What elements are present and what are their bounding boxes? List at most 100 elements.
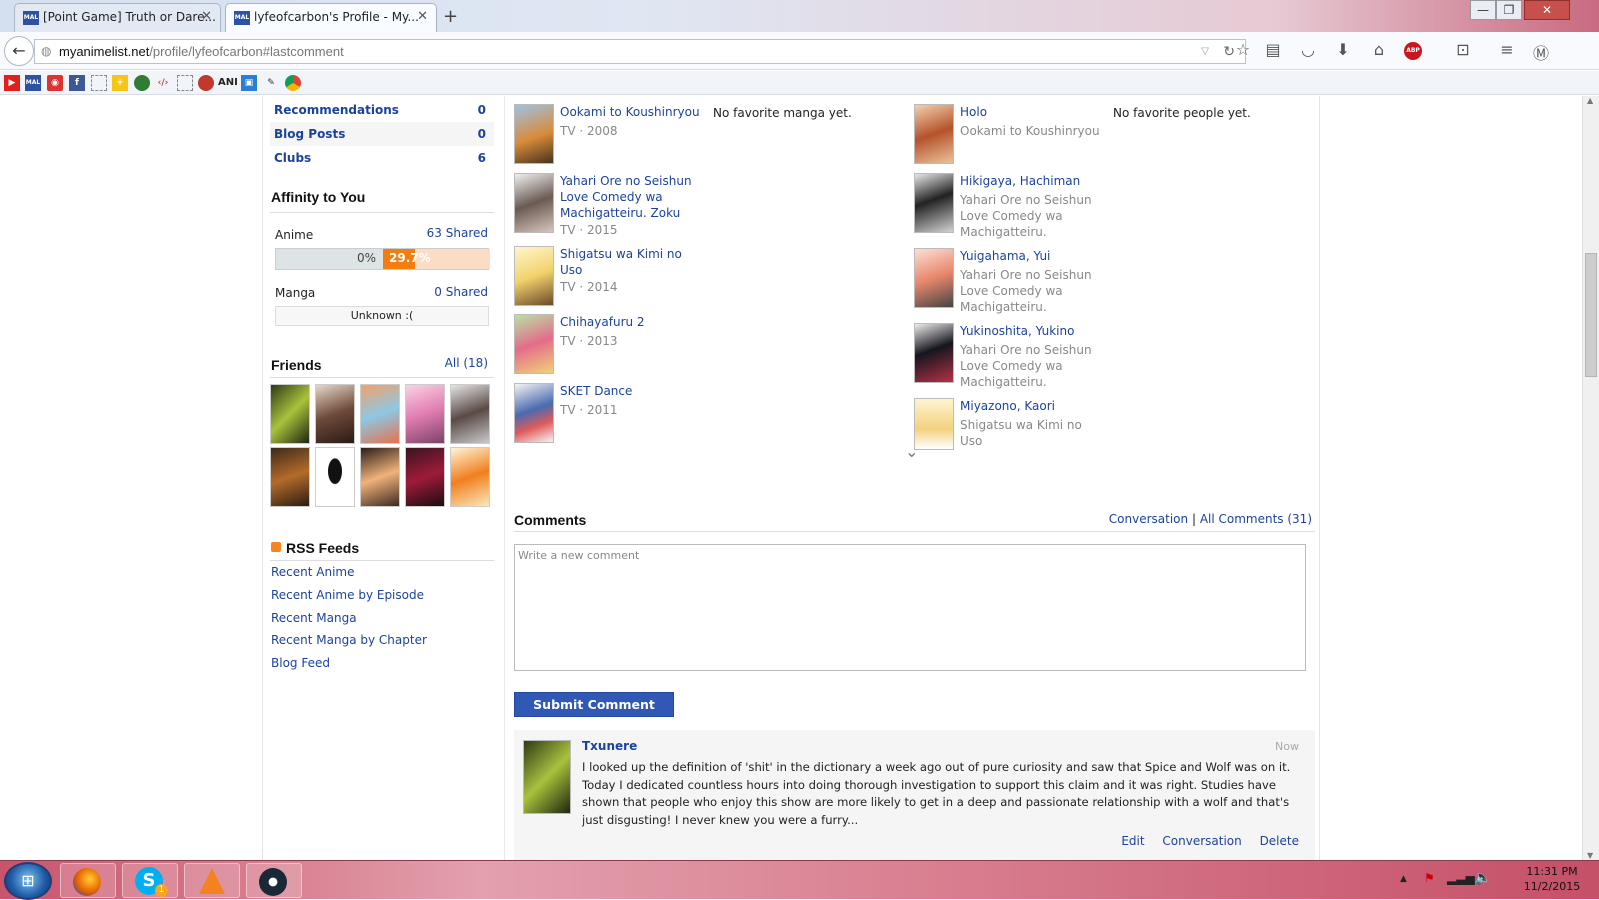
scrollbar-thumb[interactable] xyxy=(1585,253,1597,377)
anime-thumbnail[interactable] xyxy=(514,104,554,164)
home-icon[interactable]: ⌂ xyxy=(1368,40,1390,59)
volume-icon[interactable]: 🔈 xyxy=(1474,870,1491,886)
scroll-up-icon[interactable]: ▲ xyxy=(1587,96,1593,105)
taskbar-firefox[interactable] xyxy=(60,863,116,898)
youtube-icon[interactable]: ▶ xyxy=(4,75,20,91)
taskbar-vlc[interactable] xyxy=(184,863,240,898)
facebook-icon[interactable]: f xyxy=(69,75,85,91)
rss-recent-manga-chapter[interactable]: Recent Manga by Chapter xyxy=(271,633,427,647)
close-tab-icon[interactable]: ✕ xyxy=(417,4,428,30)
green-circle-icon[interactable] xyxy=(134,75,150,91)
stat-clubs[interactable]: Clubs 6 xyxy=(270,146,494,170)
comment-delete-link[interactable]: Delete xyxy=(1260,834,1299,848)
bookmark-star-icon[interactable]: ☆ xyxy=(1232,40,1254,59)
character-thumbnail[interactable] xyxy=(914,248,954,308)
blank-icon[interactable] xyxy=(177,75,193,91)
minimize-button[interactable]: — xyxy=(1470,0,1496,20)
pokeball-icon[interactable] xyxy=(198,75,214,91)
comment-edit-link[interactable]: Edit xyxy=(1121,834,1144,848)
character-name-link[interactable]: Hikigaya, Hachiman xyxy=(960,173,1080,189)
anime-title-link[interactable]: Yahari Ore no Seishun Love Comedy wa Mac… xyxy=(560,173,700,221)
anime-title-link[interactable]: SKET Dance xyxy=(560,383,700,399)
rss-recent-anime-episode[interactable]: Recent Anime by Episode xyxy=(271,588,424,602)
download-icon[interactable]: ⬇ xyxy=(1332,40,1354,59)
action-center-flag-icon[interactable]: ⚑ xyxy=(1424,871,1435,885)
reading-list-icon[interactable]: ▤ xyxy=(1262,40,1284,59)
new-tab-button[interactable]: + xyxy=(443,6,458,27)
friends-all-link[interactable]: All (18) xyxy=(445,356,488,370)
taskbar-steam[interactable] xyxy=(246,863,302,898)
friend-avatar[interactable] xyxy=(270,447,310,507)
comment-conversation-link[interactable]: Conversation xyxy=(1162,834,1241,848)
dropdown-icon[interactable]: ▽ xyxy=(1201,40,1209,63)
character-name-link[interactable]: Holo xyxy=(960,104,987,120)
extension-icon[interactable]: Ⓜ xyxy=(1530,40,1552,64)
friend-avatar[interactable] xyxy=(450,447,490,507)
adblock-icon[interactable]: ABP xyxy=(1404,42,1422,60)
chevron-down-icon[interactable]: ⌄ xyxy=(905,442,918,461)
chrome-icon[interactable] xyxy=(285,75,301,91)
friend-avatar[interactable] xyxy=(360,384,400,444)
close-tab-icon[interactable]: ✕ xyxy=(201,4,212,30)
friend-avatar[interactable] xyxy=(360,447,400,507)
anime-thumbnail[interactable] xyxy=(514,383,554,443)
image-icon[interactable]: ▣ xyxy=(241,75,257,91)
character-name-link[interactable]: Yukinoshita, Yukino xyxy=(960,323,1074,339)
back-button[interactable]: ← xyxy=(4,36,34,66)
menu-icon[interactable]: ≡ xyxy=(1496,40,1518,59)
rss-blog-feed[interactable]: Blog Feed xyxy=(271,656,330,670)
all-comments-link[interactable]: All Comments (31) xyxy=(1200,512,1312,526)
code-icon[interactable]: ‹/› xyxy=(155,75,171,91)
anime-title-link[interactable]: Shigatsu wa Kimi no Uso xyxy=(560,246,700,278)
stat-blog-posts[interactable]: Blog Posts 0 xyxy=(270,122,494,146)
friend-avatar[interactable] xyxy=(405,447,445,507)
character-name-link[interactable]: Yuigahama, Yui xyxy=(960,248,1050,264)
rss-recent-manga[interactable]: Recent Manga xyxy=(271,611,357,625)
anime-thumbnail[interactable] xyxy=(514,173,554,233)
stat-recommendations[interactable]: Recommendations 0 xyxy=(270,98,494,122)
record-icon[interactable]: ◉ xyxy=(47,75,63,91)
character-thumbnail[interactable] xyxy=(914,323,954,383)
taskbar-clock[interactable]: 11:31 PM 11/2/2015 xyxy=(1517,864,1587,894)
start-button[interactable]: ⊞ xyxy=(4,862,52,900)
taskbar-skype[interactable]: S 1 xyxy=(122,863,178,898)
anime-thumbnail[interactable] xyxy=(514,246,554,306)
anime-title-link[interactable]: Chihayafuru 2 xyxy=(560,314,700,330)
submit-comment-button[interactable]: Submit Comment xyxy=(514,692,674,717)
brush-icon[interactable]: ✎ xyxy=(263,75,279,91)
character-thumbnail[interactable] xyxy=(914,173,954,233)
url-path: /profile/lyfeofcarbon#lastcomment xyxy=(149,44,344,59)
character-thumbnail[interactable] xyxy=(914,398,954,450)
restore-button[interactable]: ❐ xyxy=(1496,0,1522,20)
comment-author-link[interactable]: Txunere xyxy=(582,739,637,753)
plus-icon[interactable]: + xyxy=(112,75,128,91)
blank-icon[interactable] xyxy=(91,75,107,91)
conversation-link[interactable]: Conversation xyxy=(1109,512,1188,526)
tab-profile[interactable]: MAL lyfeofcarbon's Profile - My... ✕ xyxy=(225,3,437,32)
comment-textarea[interactable]: Write a new comment xyxy=(514,544,1306,671)
pocket-icon[interactable]: ◡ xyxy=(1297,40,1319,59)
rss-recent-anime[interactable]: Recent Anime xyxy=(271,565,355,579)
friend-avatar[interactable] xyxy=(450,384,490,444)
tray-expand-icon[interactable]: ▲ xyxy=(1400,874,1407,884)
friend-avatar[interactable] xyxy=(315,447,355,507)
commenter-avatar[interactable] xyxy=(523,740,571,814)
ani-bookmark[interactable]: ANI xyxy=(218,75,238,91)
friend-avatar[interactable] xyxy=(405,384,445,444)
close-window-button[interactable]: ✕ xyxy=(1524,0,1570,20)
address-bar[interactable]: ◍ myanimelist.net/profile/lyfeofcarbon#l… xyxy=(34,39,1246,64)
page-scrollbar[interactable]: ▲ ▼ xyxy=(1582,96,1599,860)
network-icon[interactable]: ▂▃▅ xyxy=(1447,871,1475,885)
anime-title-link[interactable]: Ookami to Koushinryou xyxy=(560,104,700,120)
scroll-down-icon[interactable]: ▼ xyxy=(1587,851,1593,860)
character-name-link[interactable]: Miyazono, Kaori xyxy=(960,398,1055,414)
mal-icon[interactable]: MAL xyxy=(25,75,41,91)
friend-avatar[interactable] xyxy=(315,384,355,444)
screenshot-icon[interactable]: ⊡ xyxy=(1452,40,1474,59)
anime-thumbnail[interactable] xyxy=(514,314,554,374)
tab-truth-or-dare[interactable]: MAL [Point Game] Truth or Dare... ✕ xyxy=(14,3,221,32)
affinity-anime-shared-link[interactable]: 63 Shared xyxy=(427,226,488,240)
friend-avatar[interactable] xyxy=(270,384,310,444)
affinity-manga-shared-link[interactable]: 0 Shared xyxy=(434,285,488,299)
character-thumbnail[interactable] xyxy=(914,104,954,164)
